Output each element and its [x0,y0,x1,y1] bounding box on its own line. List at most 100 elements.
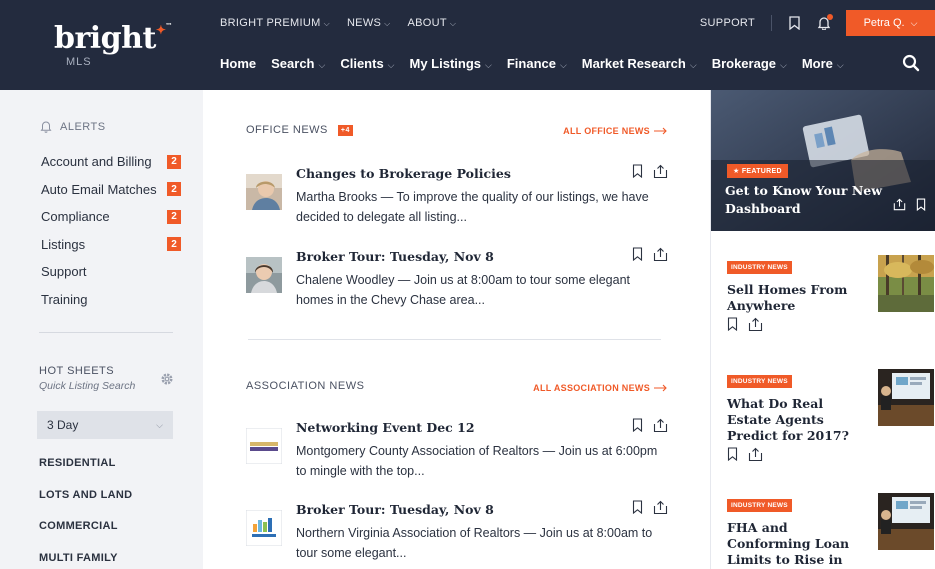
bookmark-icon[interactable] [916,198,926,211]
featured-article-card[interactable]: ★ FEATURED Get to Know Your New Dashboar… [711,90,935,231]
association-news-heading: ASSOCIATION NEWS [246,380,365,392]
nav-clients[interactable]: Clients ⌵ [340,56,394,71]
author-avatar [246,174,282,210]
top-nav-bright-premium[interactable]: BRIGHT PREMIUM ⌵ [220,17,330,29]
search-icon[interactable] [902,54,922,74]
bookmark-icon[interactable] [632,418,643,432]
nav-market-research[interactable]: Market Research ⌵ [582,56,697,71]
news-description: Northern Virginia Association of Realtor… [296,526,653,560]
share-icon[interactable] [653,164,668,179]
notification-bell-icon[interactable] [816,14,833,31]
support-link[interactable]: SUPPORT [700,17,755,29]
star-icon: ★ [733,168,740,175]
notification-dot [827,14,833,20]
hot-sheet-categories: RESIDENTIAL LOTS AND LAND COMMERCIAL MUL… [39,457,132,569]
alert-item-support[interactable]: Support [41,258,181,286]
divider [39,332,173,333]
featured-tag: ★ FEATURED [727,164,788,178]
news-item[interactable]: Changes to Brokerage Policies Martha Bro… [246,164,668,236]
news-description: Martha Brooks — To improve the quality o… [296,190,649,224]
article-thumbnail [878,493,934,550]
period-select[interactable]: 3 Day ⌵ [37,411,173,439]
bookmark-icon[interactable] [632,247,643,261]
bookmark-icon[interactable] [727,317,738,331]
nav-search[interactable]: Search ⌵ [271,56,325,71]
news-title[interactable]: Broker Tour: Tuesday, Nov 8 [296,502,494,517]
author-avatar [246,257,282,293]
article-thumbnail [878,255,934,312]
news-actions [632,247,668,262]
news-actions [632,418,668,433]
industry-news-item[interactable]: INDUSTRY NEWS Sell Homes From Anywhere [727,255,934,332]
alert-count-badge: 2 [167,154,181,169]
industry-news-title[interactable]: What Do Real Estate Agents Predict for 2… [727,396,867,444]
top-nav-about[interactable]: ABOUT ⌵ [408,17,457,29]
share-icon[interactable] [653,247,668,262]
all-office-news-link[interactable]: ALL OFFICE NEWS [563,126,668,136]
nav-my-listings[interactable]: My Listings ⌵ [410,56,492,71]
chevron-down-icon: ⌵ [836,60,844,70]
main-content: OFFICE NEWS +4 ALL OFFICE NEWS Changes t… [203,90,710,569]
bookmark-icon[interactable] [632,164,643,178]
bookmark-icon[interactable] [786,15,802,31]
bookmark-icon[interactable] [727,447,738,461]
category-residential[interactable]: RESIDENTIAL [39,457,132,489]
news-title[interactable]: Broker Tour: Tuesday, Nov 8 [296,249,494,264]
hot-sheets-subtitle: Quick Listing Search [39,380,136,392]
bookmark-icon[interactable] [632,500,643,514]
industry-news-tag: INDUSTRY NEWS [727,261,792,274]
logo-spark-icon: ✦ [155,23,166,37]
arrow-right-icon [654,384,667,392]
utility-bar: SUPPORT Petra Q. ⌵ [700,10,935,36]
news-item[interactable]: Networking Event Dec 12 Montgomery Count… [246,418,668,490]
news-item[interactable]: Broker Tour: Tuesday, Nov 8 Northern Vir… [246,500,668,569]
user-menu-button[interactable]: Petra Q. ⌵ [846,10,935,36]
alert-item-compliance[interactable]: Compliance 2 [41,203,181,231]
alerts-list: Account and Billing 2 Auto Email Matches 2… [41,148,181,313]
share-icon[interactable] [653,418,668,433]
chevron-down-icon: ⌵ [449,19,457,28]
alert-count-badge: 2 [167,237,181,252]
category-multi-family[interactable]: MULTI FAMILY [39,552,132,569]
alert-item-listings[interactable]: Listings 2 [41,231,181,259]
nav-finance[interactable]: Finance ⌵ [507,56,567,71]
news-description: Montgomery County Association of Realtor… [296,444,658,478]
chevron-down-icon: ⌵ [387,60,395,70]
share-icon[interactable] [653,500,668,515]
news-title[interactable]: Changes to Brokerage Policies [296,166,511,181]
top-nav: BRIGHT PREMIUM ⌵ NEWS ⌵ ABOUT ⌵ [220,17,456,29]
gear-icon[interactable] [160,372,174,386]
news-title[interactable]: Networking Event Dec 12 [296,420,475,435]
industry-news-item[interactable]: INDUSTRY NEWS What Do Real Estate Agents… [727,369,934,462]
alert-count-badge: 2 [167,182,181,197]
association-logo [246,428,282,464]
featured-actions [893,198,926,211]
count-badge: +4 [337,124,353,136]
chevron-down-icon: ⌵ [689,60,697,70]
top-nav-news[interactable]: NEWS ⌵ [347,17,391,29]
featured-title[interactable]: Get to Know Your New Dashboard [725,182,885,218]
news-item[interactable]: Broker Tour: Tuesday, Nov 8 Chalene Wood… [246,247,668,319]
bell-icon [40,120,52,133]
office-news-heading: OFFICE NEWS +4 [246,124,353,136]
alert-item-auto-email-matches[interactable]: Auto Email Matches 2 [41,176,181,204]
bright-mls-logo[interactable]: bright✦™ MLS [54,22,172,68]
alert-item-account-billing[interactable]: Account and Billing 2 [41,148,181,176]
category-lots-and-land[interactable]: LOTS AND LAND [39,489,132,521]
industry-news-title[interactable]: Sell Homes From Anywhere [727,282,867,314]
top-header: bright✦™ MLS BRIGHT PREMIUM ⌵ NEWS ⌵ ABOUT… [0,0,935,90]
category-commercial[interactable]: COMMERCIAL [39,520,132,552]
share-icon[interactable] [748,447,763,462]
industry-news-item[interactable]: INDUSTRY NEWS FHA and Conforming Loan Li… [727,493,934,569]
divider [771,15,772,31]
nav-more[interactable]: More ⌵ [802,56,844,71]
share-icon[interactable] [748,317,763,332]
chevron-down-icon: ⌵ [485,60,492,70]
industry-news-title[interactable]: FHA and Conforming Loan Limits to Rise i… [727,520,867,569]
chevron-down-icon: ⌵ [384,19,391,28]
all-association-news-link[interactable]: ALL ASSOCIATION NEWS [533,383,668,393]
nav-home[interactable]: Home [220,56,256,71]
nav-brokerage[interactable]: Brokerage ⌵ [712,56,787,71]
alert-item-training[interactable]: Training [41,286,181,314]
share-icon[interactable] [893,198,906,211]
